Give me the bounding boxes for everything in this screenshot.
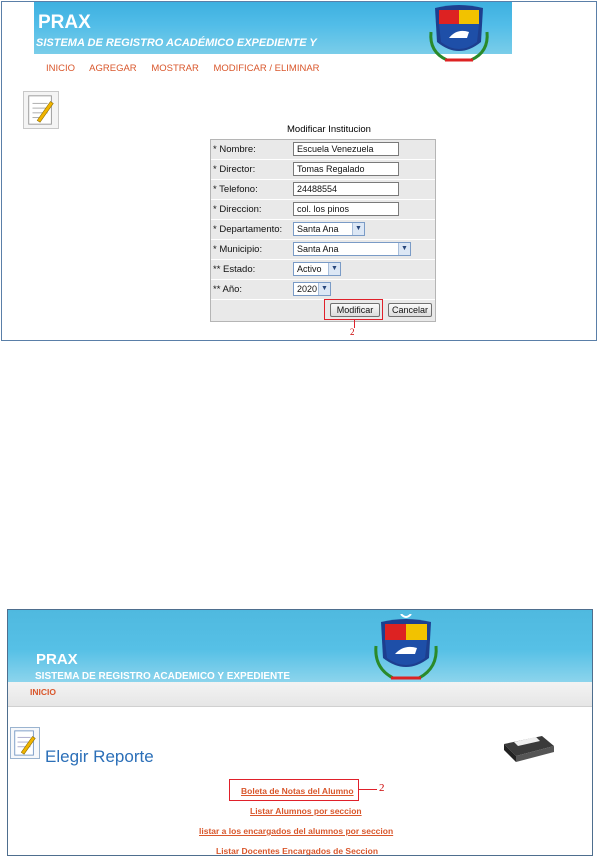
- page-title: Elegir Reporte: [45, 747, 154, 766]
- form-row-nombre: * Nombre: Escuela Venezuela: [211, 140, 435, 160]
- notepad-icon: [23, 91, 59, 129]
- telefono-input[interactable]: 24488554: [293, 182, 399, 196]
- nav-bar: [8, 682, 592, 707]
- field-label: ** Estado:: [213, 264, 256, 275]
- callout-line: [359, 789, 377, 790]
- field-label: * Municipio:: [213, 244, 263, 255]
- nav-mostrar[interactable]: MOSTRAR: [151, 63, 199, 74]
- report-link-encargados-alumnos[interactable]: listar a los encargados del alumnos por …: [199, 826, 393, 836]
- municipio-select[interactable]: Santa Ana ▼: [293, 242, 411, 256]
- field-label: * Director:: [213, 164, 256, 175]
- step-marker: 2: [350, 327, 355, 337]
- estado-select[interactable]: Activo ▼: [293, 262, 341, 276]
- selected-value: Santa Ana: [297, 244, 339, 254]
- director-input[interactable]: Tomas Regalado: [293, 162, 399, 176]
- nav-inicio[interactable]: INICIO: [30, 687, 56, 697]
- report-link-docentes-encargados[interactable]: Listar Docentes Encargados de Seccion: [216, 846, 378, 855]
- notepad-icon: [10, 727, 40, 759]
- chevron-down-icon: ▼: [328, 263, 340, 275]
- field-label: * Direccion:: [213, 204, 262, 215]
- highlight-box: [229, 779, 359, 801]
- report-link-alumnos-seccion[interactable]: Listar Alumnos por seccion: [250, 806, 362, 816]
- step-marker: 2: [379, 782, 385, 794]
- field-label: * Telefono:: [213, 184, 258, 195]
- selected-value: Activo: [297, 264, 322, 274]
- departamento-select[interactable]: Santa Ana ▼: [293, 222, 365, 236]
- nombre-input[interactable]: Escuela Venezuela: [293, 142, 399, 156]
- coat-of-arms-icon: [429, 5, 489, 62]
- form-row-direccion: * Direccion: col. los pinos: [211, 200, 435, 220]
- anio-select[interactable]: 2020 ▼: [293, 282, 331, 296]
- nav-inicio[interactable]: INICIO: [46, 63, 75, 74]
- nav-modificar-eliminar[interactable]: MODIFICAR / ELIMINAR: [213, 63, 319, 74]
- cancelar-button[interactable]: Cancelar: [388, 303, 432, 317]
- field-label: * Departamento:: [213, 224, 283, 235]
- chevron-down-icon: ▼: [318, 283, 330, 295]
- nav-agregar[interactable]: AGREGAR: [89, 63, 137, 74]
- form-title: Modificar Institucion: [287, 124, 371, 135]
- header-banner: PRAX SISTEMA DE REGISTRO ACADEMICO Y EXP…: [8, 610, 592, 682]
- app-title: PRAX: [38, 12, 91, 33]
- field-label: * Nombre:: [213, 144, 256, 155]
- app-title: PRAX: [36, 651, 78, 668]
- form-row-director: * Director: Tomas Regalado: [211, 160, 435, 180]
- highlight-box: [324, 299, 383, 320]
- app-subtitle: SISTEMA DE REGISTRO ACADÉMICO EXPEDIENTE…: [36, 37, 317, 49]
- direccion-input[interactable]: col. los pinos: [293, 202, 399, 216]
- selected-value: 2020: [297, 284, 318, 294]
- form-row-departamento: * Departamento: Santa Ana ▼: [211, 220, 435, 240]
- form-row-telefono: * Telefono: 24488554: [211, 180, 435, 200]
- screenshot-choose-report: PRAX SISTEMA DE REGISTRO ACADEMICO Y EXP…: [7, 609, 593, 856]
- chevron-down-icon: ▼: [398, 243, 410, 255]
- selected-value: Santa Ana: [297, 224, 339, 234]
- coat-of-arms-icon: [374, 614, 438, 680]
- chevron-down-icon: ▼: [352, 223, 364, 235]
- printer-icon: [504, 736, 554, 762]
- form-row-municipio: * Municipio: Santa Ana ▼: [211, 240, 435, 260]
- form-row-estado: ** Estado: Activo ▼: [211, 260, 435, 280]
- screenshot-modify-institution: PRAX SISTEMA DE REGISTRO ACADÉMICO EXPED…: [1, 1, 597, 341]
- institution-form: * Nombre: Escuela Venezuela * Director: …: [210, 139, 436, 322]
- form-row-anio: ** Año: 2020 ▼: [211, 280, 435, 300]
- top-nav: INICIO AGREGAR MOSTRAR MODIFICAR / ELIMI…: [46, 63, 332, 74]
- app-subtitle: SISTEMA DE REGISTRO ACADEMICO Y EXPEDIEN…: [35, 671, 291, 682]
- field-label: ** Año:: [213, 284, 243, 295]
